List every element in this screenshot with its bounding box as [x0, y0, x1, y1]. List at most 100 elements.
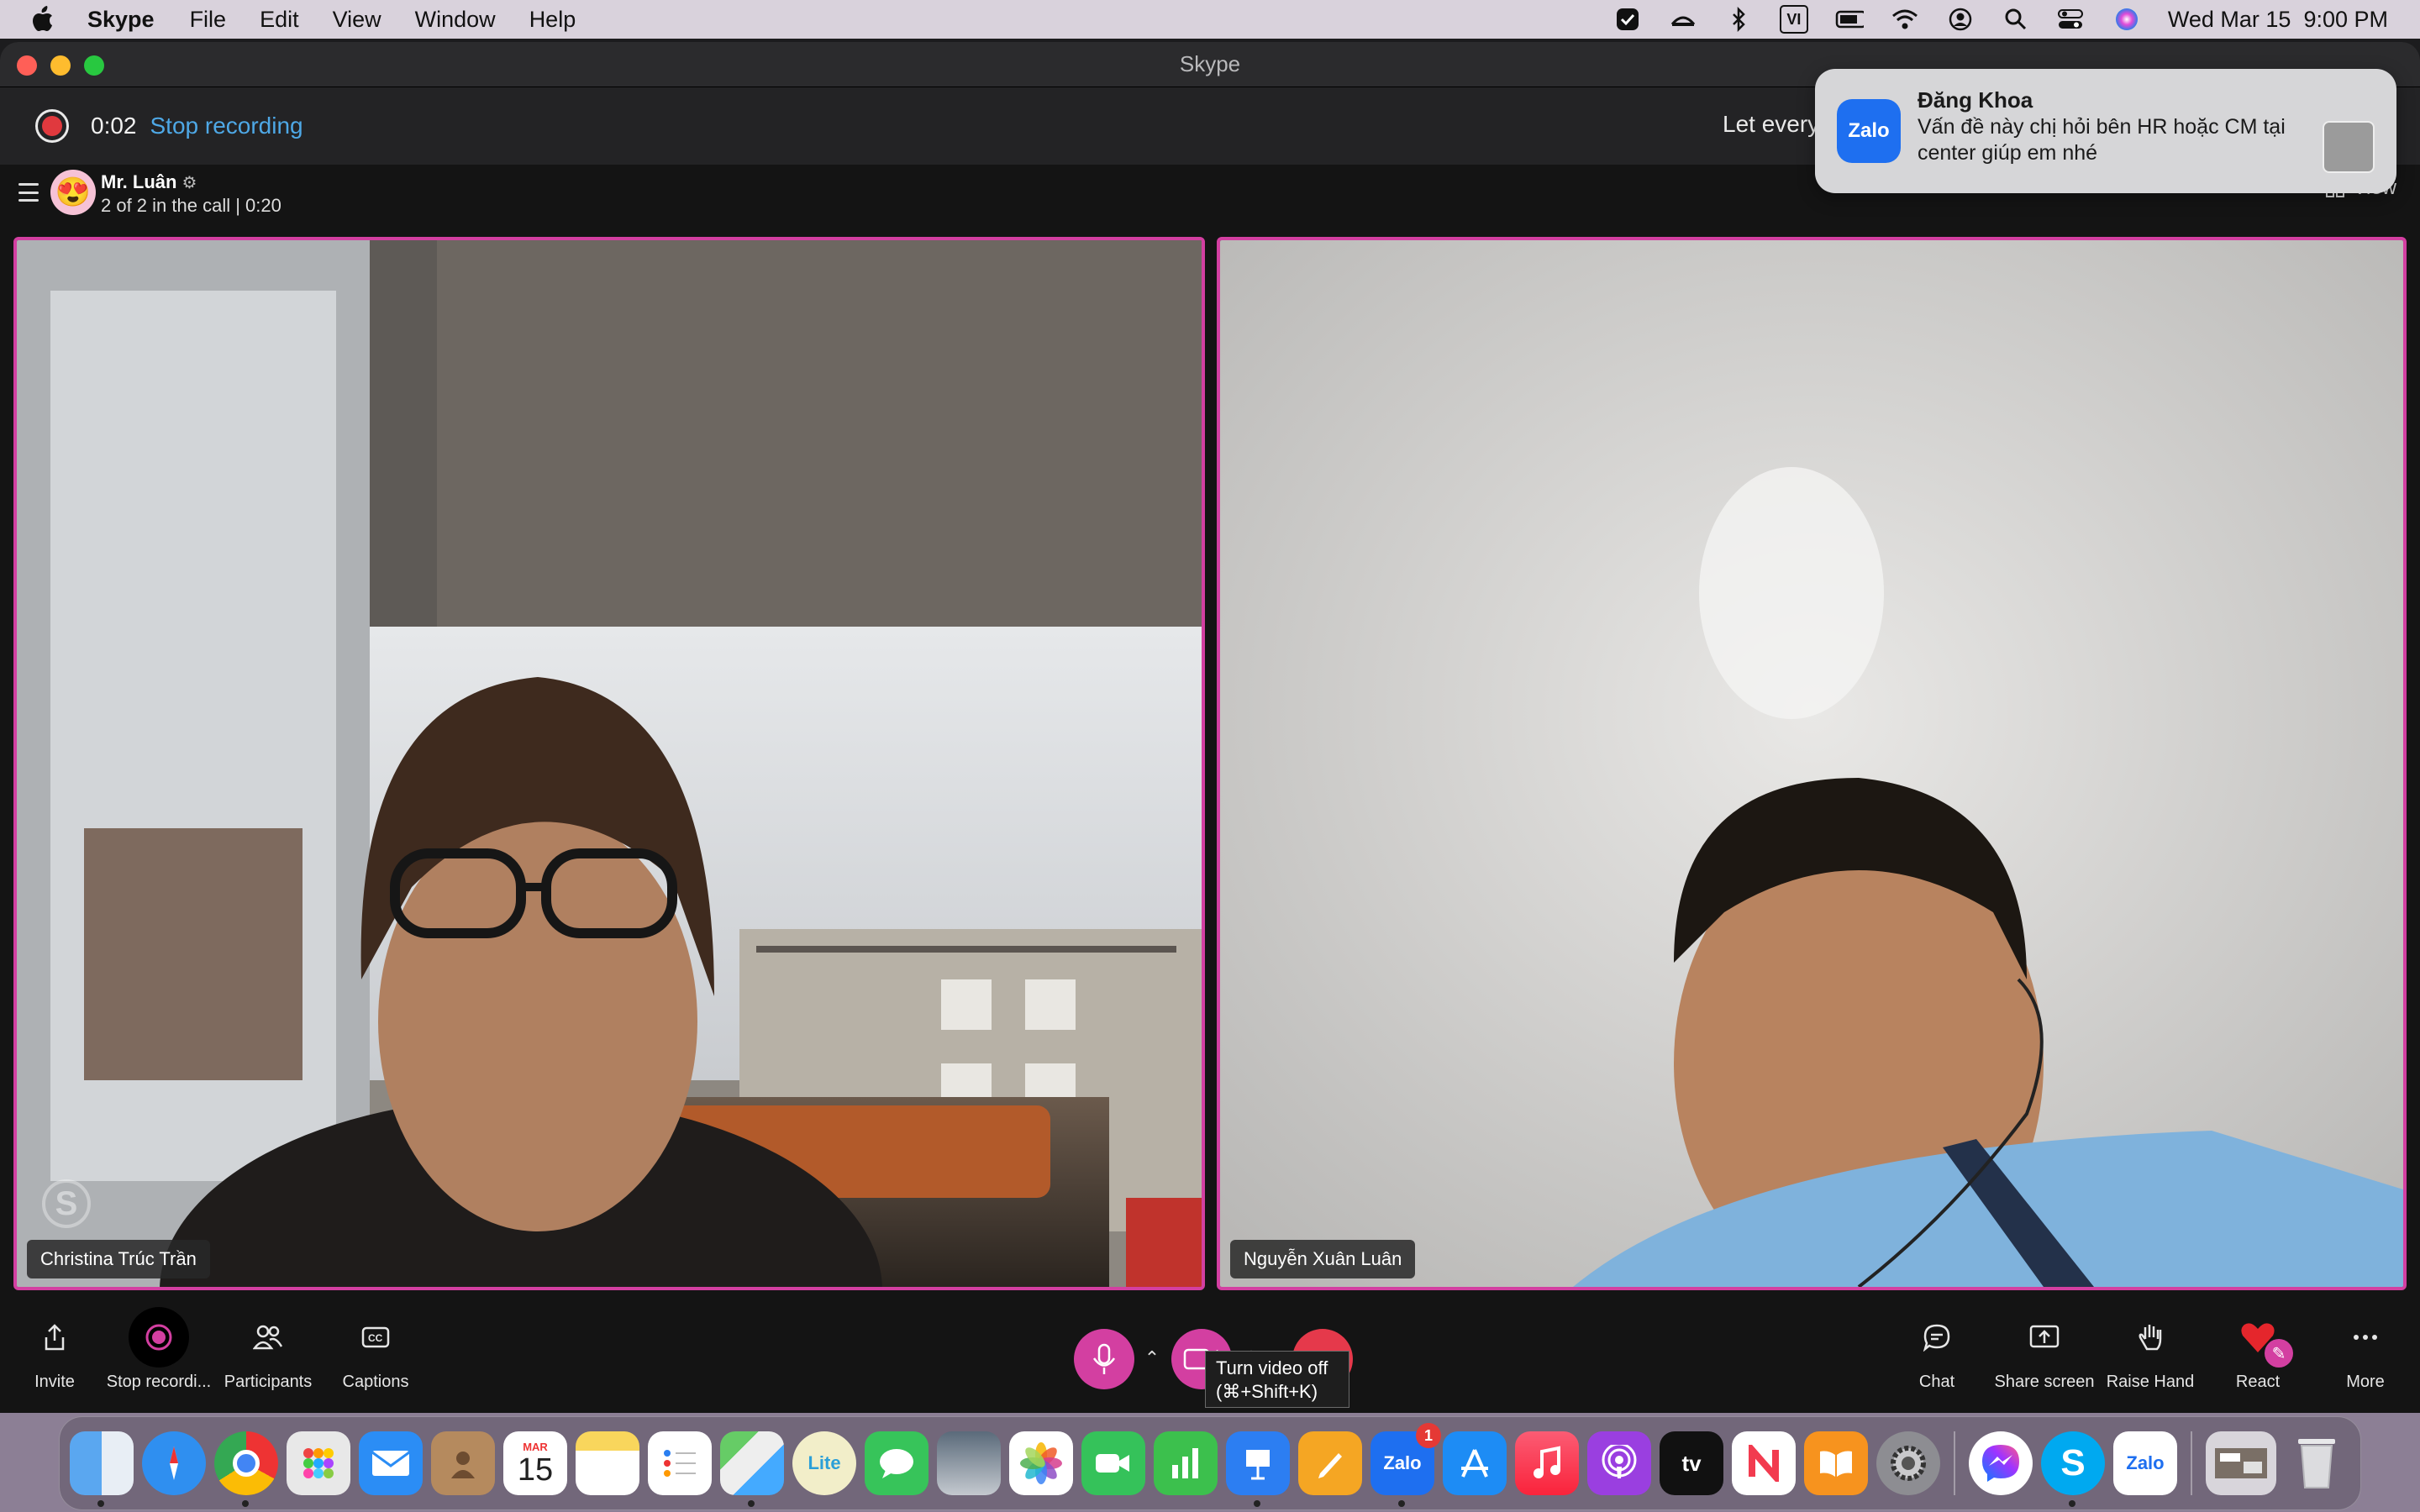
stop-recording-button[interactable]: Stop recordi...: [104, 1307, 213, 1392]
participants-button[interactable]: Participants: [213, 1314, 323, 1392]
closed-captions-icon: CC: [352, 1314, 399, 1361]
menu-bar: Skype File Edit View Window Help VI Wed …: [0, 0, 2420, 39]
microphone-options-chevron-icon[interactable]: ⌃: [1141, 1347, 1163, 1369]
checkmark-status-icon[interactable]: [1613, 5, 1642, 34]
share-screen-button[interactable]: Share screen: [1990, 1314, 2099, 1392]
call-name[interactable]: Mr. Luân: [101, 171, 176, 192]
facetime-icon[interactable]: [1081, 1431, 1145, 1495]
stop-recording-link[interactable]: Stop recording: [150, 113, 303, 139]
recording-indicator-icon: [35, 109, 69, 143]
drive-icon[interactable]: [1669, 5, 1697, 34]
chrome-icon[interactable]: [214, 1431, 278, 1507]
downloads-stack-icon[interactable]: [2206, 1431, 2276, 1495]
minimize-window-button[interactable]: [50, 55, 71, 76]
chat-bubble-icon: [1913, 1314, 1960, 1361]
user-account-icon[interactable]: [1946, 5, 1975, 34]
apple-tv-icon[interactable]: tv: [1660, 1431, 1723, 1495]
react-button[interactable]: ✎ React: [2203, 1314, 2312, 1392]
lite-app-icon[interactable]: Lite: [792, 1431, 856, 1495]
calendar-month: MAR: [523, 1440, 548, 1453]
share-screen-icon: [2021, 1314, 2068, 1361]
spotlight-search-icon[interactable]: [2002, 5, 2030, 34]
more-label: More: [2346, 1373, 2385, 1391]
avatar[interactable]: 😍: [50, 170, 96, 215]
calendar-icon[interactable]: MAR 15: [503, 1431, 567, 1495]
trash-icon[interactable]: [2285, 1431, 2349, 1495]
pages-icon[interactable]: [1298, 1431, 1362, 1495]
app-menu[interactable]: Skype: [87, 7, 155, 33]
dock-separator: [1954, 1431, 1955, 1495]
participant-video-feed: [1220, 240, 2403, 1287]
input-source-indicator[interactable]: VI: [1779, 5, 1808, 34]
call-status: 2 of 2 in the call | 0:20: [101, 195, 281, 216]
news-icon[interactable]: [1732, 1431, 1796, 1495]
zalo-notification[interactable]: Zalo Đăng Khoa Vấn đề này chị hỏi bên HR…: [1815, 69, 2396, 193]
app-store-icon[interactable]: [1443, 1431, 1507, 1495]
zoom-window-button[interactable]: [84, 55, 104, 76]
keynote-icon[interactable]: [1226, 1431, 1290, 1507]
invite-button[interactable]: Invite: [0, 1314, 109, 1392]
apple-tv-label: tv: [1681, 1450, 1702, 1476]
notification-sender: Đăng Khoa: [1918, 87, 2033, 113]
bluetooth-icon[interactable]: [1724, 5, 1753, 34]
preview-icon[interactable]: [937, 1431, 1001, 1495]
captions-button[interactable]: CC Captions: [321, 1314, 430, 1392]
menubar-clock[interactable]: Wed Mar 15 9:00 PM: [2168, 7, 2388, 33]
podcasts-icon[interactable]: [1587, 1431, 1651, 1495]
notes-icon[interactable]: [576, 1431, 639, 1495]
control-center-icon[interactable]: [2057, 5, 2086, 34]
video-tile-christina[interactable]: S Christina Trúc Trần: [13, 237, 1205, 1290]
siri-icon[interactable]: [2112, 5, 2141, 34]
record-icon: [129, 1307, 189, 1368]
battery-icon[interactable]: [1835, 5, 1864, 34]
calendar-day: 15: [517, 1452, 554, 1488]
heart-icon: ✎: [2234, 1314, 2293, 1368]
dock: MAR 15 Lite Zalo 1 tv S Zalo: [59, 1416, 2361, 1510]
skype-dock-icon[interactable]: S: [2041, 1431, 2105, 1507]
zalo-secondary-dock-icon[interactable]: Zalo: [2113, 1431, 2177, 1495]
menu-view[interactable]: View: [333, 7, 381, 33]
raise-hand-button[interactable]: Raise Hand: [2096, 1314, 2205, 1392]
numbers-icon[interactable]: [1154, 1431, 1218, 1495]
video-tooltip: Turn video off (⌘+Shift+K): [1205, 1351, 1349, 1408]
menu-window[interactable]: Window: [415, 7, 496, 33]
apple-icon[interactable]: [29, 5, 57, 34]
invite-label: Invite: [34, 1373, 75, 1391]
reminders-icon[interactable]: [648, 1431, 712, 1495]
ellipsis-icon: [2342, 1314, 2389, 1361]
system-settings-icon[interactable]: [1876, 1431, 1940, 1495]
music-icon[interactable]: [1515, 1431, 1579, 1495]
pencil-badge-icon: ✎: [2265, 1339, 2293, 1368]
menu-file[interactable]: File: [190, 7, 227, 33]
gear-icon[interactable]: ⚙: [182, 174, 197, 192]
zalo-app-icon: Zalo: [1837, 99, 1901, 163]
contacts-icon[interactable]: [431, 1431, 495, 1495]
participant-video-feed: [17, 240, 1202, 1287]
participants-label: Participants: [224, 1373, 313, 1391]
safari-icon[interactable]: [142, 1431, 206, 1495]
close-window-button[interactable]: [17, 55, 37, 76]
maps-icon[interactable]: [720, 1431, 784, 1507]
messages-icon[interactable]: [865, 1431, 929, 1495]
wifi-icon[interactable]: [1891, 5, 1919, 34]
menu-edit[interactable]: Edit: [260, 7, 299, 33]
recording-message: Let every: [1723, 111, 1820, 137]
menu-help[interactable]: Help: [529, 7, 576, 33]
video-tile-nguyen[interactable]: Nguyễn Xuân Luân: [1217, 237, 2407, 1290]
notification-thumbnail: [2323, 121, 2375, 173]
chat-button[interactable]: Chat: [1882, 1314, 1991, 1392]
zalo-dock-icon[interactable]: Zalo 1: [1370, 1423, 1441, 1507]
raise-hand-label: Raise Hand: [2106, 1373, 2195, 1391]
messenger-icon[interactable]: [1969, 1431, 2033, 1495]
more-button[interactable]: More: [2311, 1314, 2420, 1392]
tooltip-text: Turn video off: [1216, 1357, 1328, 1378]
dock-separator: [2191, 1431, 2192, 1495]
finder-icon[interactable]: [70, 1431, 134, 1507]
zalo-unread-badge: 1: [1416, 1423, 1441, 1448]
mail-icon[interactable]: [359, 1431, 423, 1495]
photos-icon[interactable]: [1009, 1431, 1073, 1495]
menu-icon[interactable]: [18, 183, 39, 202]
launchpad-icon[interactable]: [287, 1431, 350, 1495]
books-icon[interactable]: [1804, 1431, 1868, 1495]
mute-microphone-button[interactable]: [1074, 1329, 1134, 1389]
